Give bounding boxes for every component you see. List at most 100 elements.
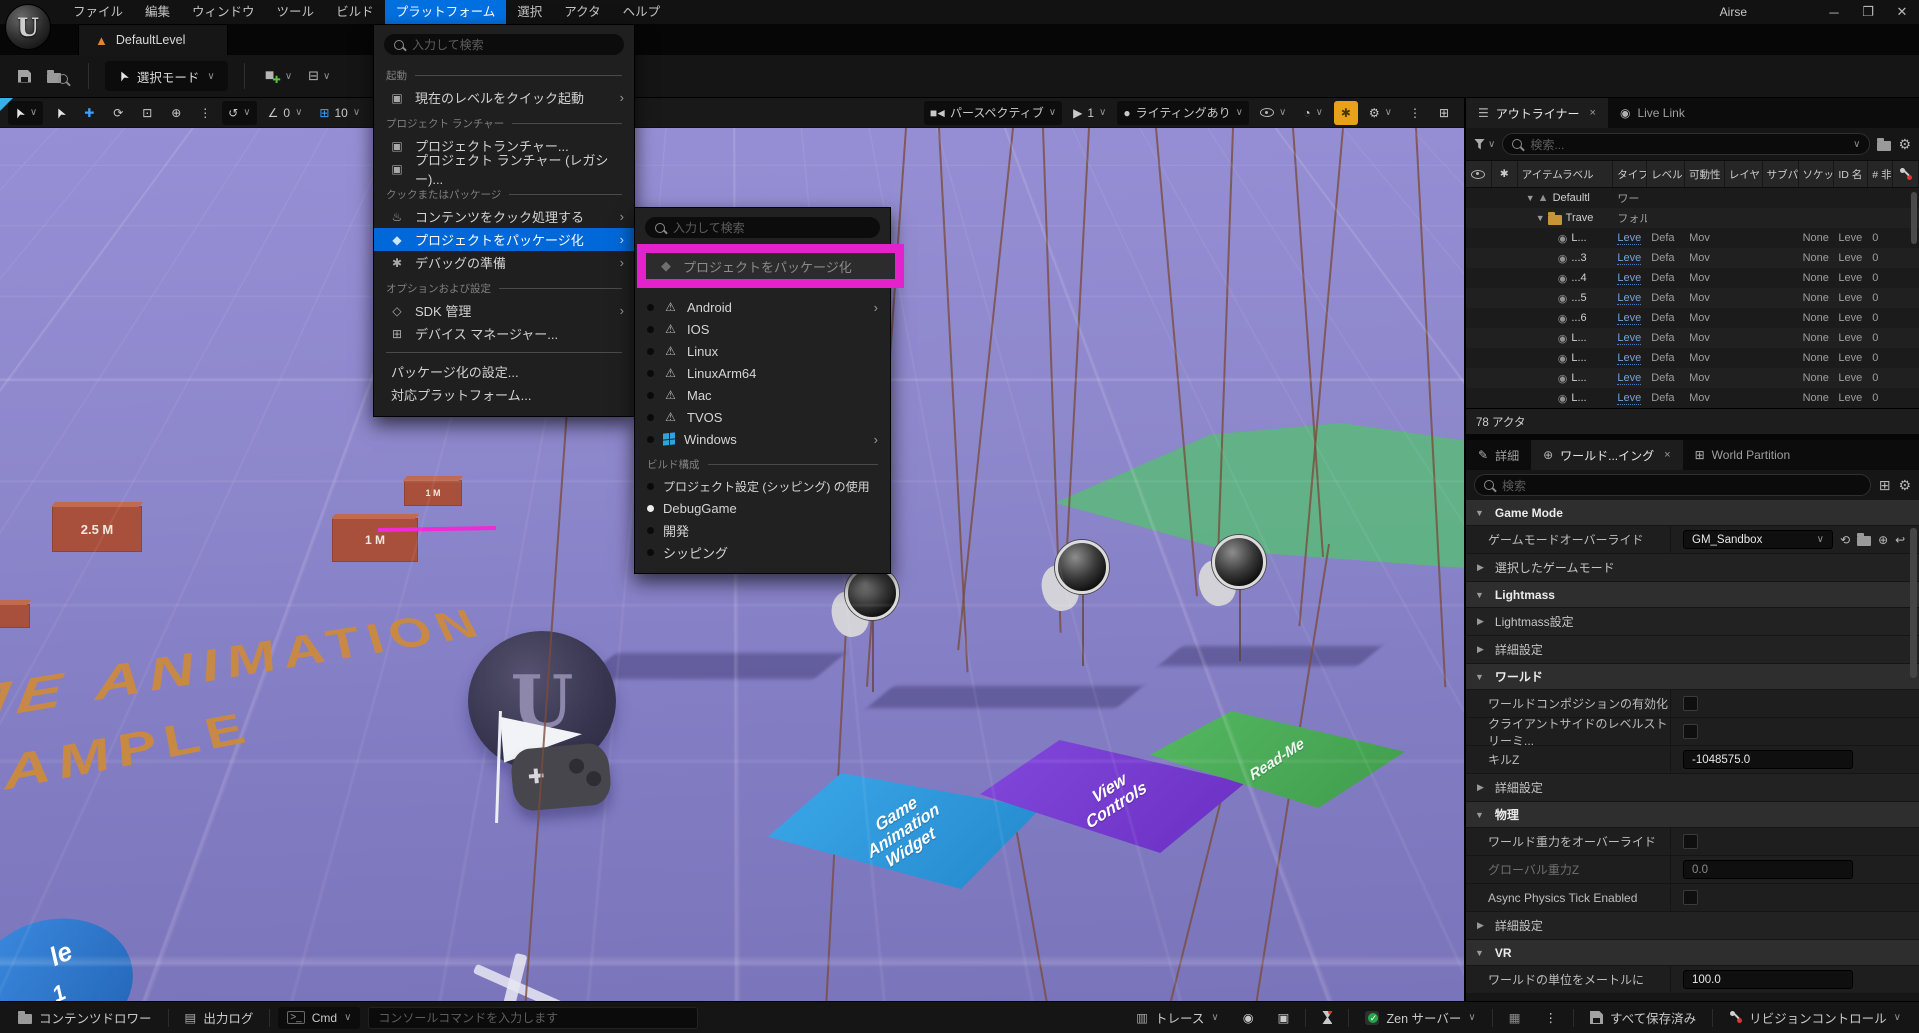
menu-select[interactable]: 選択 bbox=[506, 0, 553, 24]
column-mobility[interactable]: 可動性 bbox=[1685, 161, 1725, 187]
content-browser-button[interactable] bbox=[43, 68, 72, 84]
submenu-item-windows[interactable]: Windows› bbox=[635, 428, 890, 450]
scale-box-1m[interactable]: 1 M bbox=[332, 518, 418, 562]
add-folder-button[interactable] bbox=[1877, 138, 1891, 151]
column-pinned[interactable]: ✱ bbox=[1492, 161, 1518, 187]
menu-item-sdk-manage[interactable]: ◇SDK 管理› bbox=[374, 299, 634, 322]
move-tool-button[interactable]: ✚ bbox=[77, 101, 101, 125]
row-advanced-physics[interactable]: ▶詳細設定 bbox=[1466, 912, 1919, 940]
actor-row[interactable]: ◉...6 Leve Defa Mov None Leve 0 bbox=[1466, 308, 1919, 328]
close-icon[interactable]: × bbox=[1664, 449, 1670, 461]
chevron-down-icon[interactable]: ∨ bbox=[1853, 139, 1860, 150]
menu-item-package-project[interactable]: ◆プロジェクトをパッケージ化› bbox=[374, 228, 634, 251]
tab-outliner[interactable]: ☰ アウトライナー × bbox=[1466, 98, 1608, 128]
gravity-override-checkbox[interactable] bbox=[1683, 834, 1698, 849]
grid-snap-button[interactable]: ⊞10∨ bbox=[313, 101, 366, 125]
actor-row[interactable]: ◉L... Leve Defa Mov None Leve 0 bbox=[1466, 368, 1919, 388]
submenu-item-tvos[interactable]: ⚠TVOS bbox=[635, 406, 890, 428]
caret-icon[interactable]: ▼ bbox=[1526, 193, 1535, 203]
insights-button[interactable]: ◉ bbox=[1235, 1002, 1262, 1033]
camera-orb[interactable] bbox=[845, 566, 899, 620]
details-scrollbar[interactable] bbox=[1910, 528, 1917, 678]
save-status-button[interactable]: すべて保存済み bbox=[1582, 1002, 1704, 1033]
row-advanced-lightmass[interactable]: ▶詳細設定 bbox=[1466, 636, 1919, 664]
view-mode-select[interactable]: ●ライティングあり∨ bbox=[1117, 101, 1249, 125]
column-level[interactable]: レベル bbox=[1647, 161, 1685, 187]
actor-row[interactable]: ◉...5 Leve Defa Mov None Leve 0 bbox=[1466, 288, 1919, 308]
editor-mode-select[interactable]: ➤ 選択モード ∨ bbox=[105, 61, 228, 91]
section-lightmass[interactable]: ▼Lightmass bbox=[1466, 582, 1919, 608]
content-drawer-button[interactable]: コンテンツドロワー bbox=[10, 1002, 160, 1033]
row-selected-gamemode[interactable]: ▶選択したゲームモード bbox=[1466, 554, 1919, 582]
close-icon[interactable]: × bbox=[1590, 107, 1596, 119]
submenu-item-package-project-disabled[interactable]: ◆ プロジェクトをパッケージ化 bbox=[646, 253, 895, 279]
show-flags-button[interactable]: ∨ bbox=[1254, 101, 1292, 125]
reset-icon[interactable]: ↩ bbox=[1895, 533, 1905, 547]
tab-details[interactable]: ✎詳細 bbox=[1466, 440, 1531, 470]
folder-row[interactable]: ▼Trave フォル bbox=[1466, 208, 1919, 228]
submenu-item-mac[interactable]: ⚠Mac bbox=[635, 384, 890, 406]
close-button[interactable]: ✕ bbox=[1885, 4, 1919, 20]
column-id-name[interactable]: ID 名 bbox=[1834, 161, 1868, 187]
menu-item-packaging-settings[interactable]: パッケージ化の設定... bbox=[374, 360, 634, 383]
gamepad-icon[interactable]: ✚ bbox=[509, 742, 612, 812]
details-search-input[interactable]: 検索 bbox=[1474, 474, 1871, 496]
scale-box-1m-far[interactable]: 1 M bbox=[404, 480, 462, 506]
selection-highlight-toggle[interactable]: ✱ bbox=[1334, 101, 1358, 125]
submenu-item-android[interactable]: ⚠Android› bbox=[635, 296, 890, 318]
cmd-select[interactable]: >_Cmd∨ bbox=[278, 1007, 360, 1029]
menu-build[interactable]: ビルド bbox=[325, 0, 385, 24]
menu-search-input[interactable]: 入力して検索 bbox=[384, 34, 624, 55]
actor-row[interactable]: ◉L... Leve Defa Mov None Leve 0 bbox=[1466, 348, 1919, 368]
folder-search-icon[interactable] bbox=[1857, 536, 1871, 546]
row-lightmass-settings[interactable]: ▶Lightmass設定 bbox=[1466, 608, 1919, 636]
actor-row[interactable]: ◉L... Leve Defa Mov None Leve 0 bbox=[1466, 228, 1919, 248]
section-game-mode[interactable]: ▼Game Mode bbox=[1466, 500, 1919, 526]
actor-row[interactable]: ◉...4 Leve Defa Mov None Leve 0 bbox=[1466, 268, 1919, 288]
add-actor-button[interactable]: ■✚∨ bbox=[261, 67, 296, 86]
angle-snap-button[interactable]: ∠0∨ bbox=[262, 101, 309, 125]
submenu-item-debuggame[interactable]: DebugGame bbox=[635, 497, 890, 519]
world-row[interactable]: ▼▲Defaultl ワー bbox=[1466, 188, 1919, 208]
console-command-input[interactable]: コンソールコマンドを入力します bbox=[368, 1007, 698, 1029]
actor-row[interactable]: ◉L... Leve Defa Mov None Leve 0 bbox=[1466, 328, 1919, 348]
add-icon[interactable]: ⊕ bbox=[1878, 533, 1888, 547]
outliner-settings-button[interactable]: ⚙ bbox=[1898, 136, 1911, 153]
world-space-toggle[interactable]: ⊕ bbox=[164, 101, 188, 125]
details-settings-button[interactable]: ⚙ bbox=[1898, 477, 1911, 494]
maximize-viewport-button[interactable]: ⊞ bbox=[1432, 101, 1456, 125]
client-streaming-checkbox[interactable] bbox=[1683, 724, 1698, 739]
submenu-item-development[interactable]: 開発 bbox=[635, 519, 890, 541]
menu-item-prepare-debug[interactable]: ✱デバッグの準備› bbox=[374, 251, 634, 274]
submenu-item-linux[interactable]: ⚠Linux bbox=[635, 340, 890, 362]
menu-actor[interactable]: アクタ bbox=[553, 0, 611, 24]
more-options-button[interactable]: ⋮ bbox=[193, 101, 217, 125]
global-gravity-input[interactable]: 0.0 bbox=[1683, 860, 1853, 879]
level-tab[interactable]: ▲ DefaultLevel bbox=[78, 24, 228, 55]
view-options-button[interactable]: ◔∨ bbox=[1297, 101, 1329, 125]
actor-row[interactable]: ◉L... Leve Defa Mov None Leve 0 bbox=[1466, 388, 1919, 408]
column-visibility[interactable] bbox=[1466, 161, 1492, 187]
ddc-button[interactable]: ▦ bbox=[1501, 1002, 1529, 1033]
menu-item-device-manager[interactable]: ⊞デバイス マネージャー... bbox=[374, 322, 634, 345]
select-tool-button[interactable]: ➤ bbox=[48, 101, 72, 125]
filter-button[interactable]: ∨ bbox=[1474, 139, 1495, 150]
row-advanced-world[interactable]: ▶詳細設定 bbox=[1466, 774, 1919, 802]
rotation-snap-button[interactable]: ↺∨ bbox=[222, 101, 256, 125]
section-physics[interactable]: ▼物理 bbox=[1466, 802, 1919, 828]
display-options-button[interactable]: ⊞ bbox=[1879, 477, 1891, 494]
camera-orb[interactable] bbox=[1055, 540, 1109, 594]
column-subpath[interactable]: サブパ bbox=[1763, 161, 1799, 187]
rotate-tool-button[interactable]: ⟳ bbox=[106, 101, 130, 125]
tab-live-link[interactable]: ◉ Live Link bbox=[1608, 98, 1697, 128]
menu-item-project-launcher-legacy[interactable]: ▣プロジェクト ランチャー (レガシー)... bbox=[374, 157, 634, 180]
submenu-item-ios[interactable]: ⚠IOS bbox=[635, 318, 890, 340]
world-to-meters-input[interactable]: 100.0 bbox=[1683, 970, 1853, 989]
menu-edit[interactable]: 編集 bbox=[134, 0, 181, 24]
kill-z-input[interactable]: -1048575.0 bbox=[1683, 750, 1853, 769]
maximize-button[interactable]: ❐ bbox=[1851, 4, 1885, 20]
menu-tools[interactable]: ツール bbox=[266, 0, 326, 24]
gamemode-select[interactable]: GM_Sandbox∨ bbox=[1683, 530, 1833, 549]
task-status-button[interactable] bbox=[1314, 1002, 1340, 1033]
column-socket-icon[interactable] bbox=[1893, 161, 1919, 187]
